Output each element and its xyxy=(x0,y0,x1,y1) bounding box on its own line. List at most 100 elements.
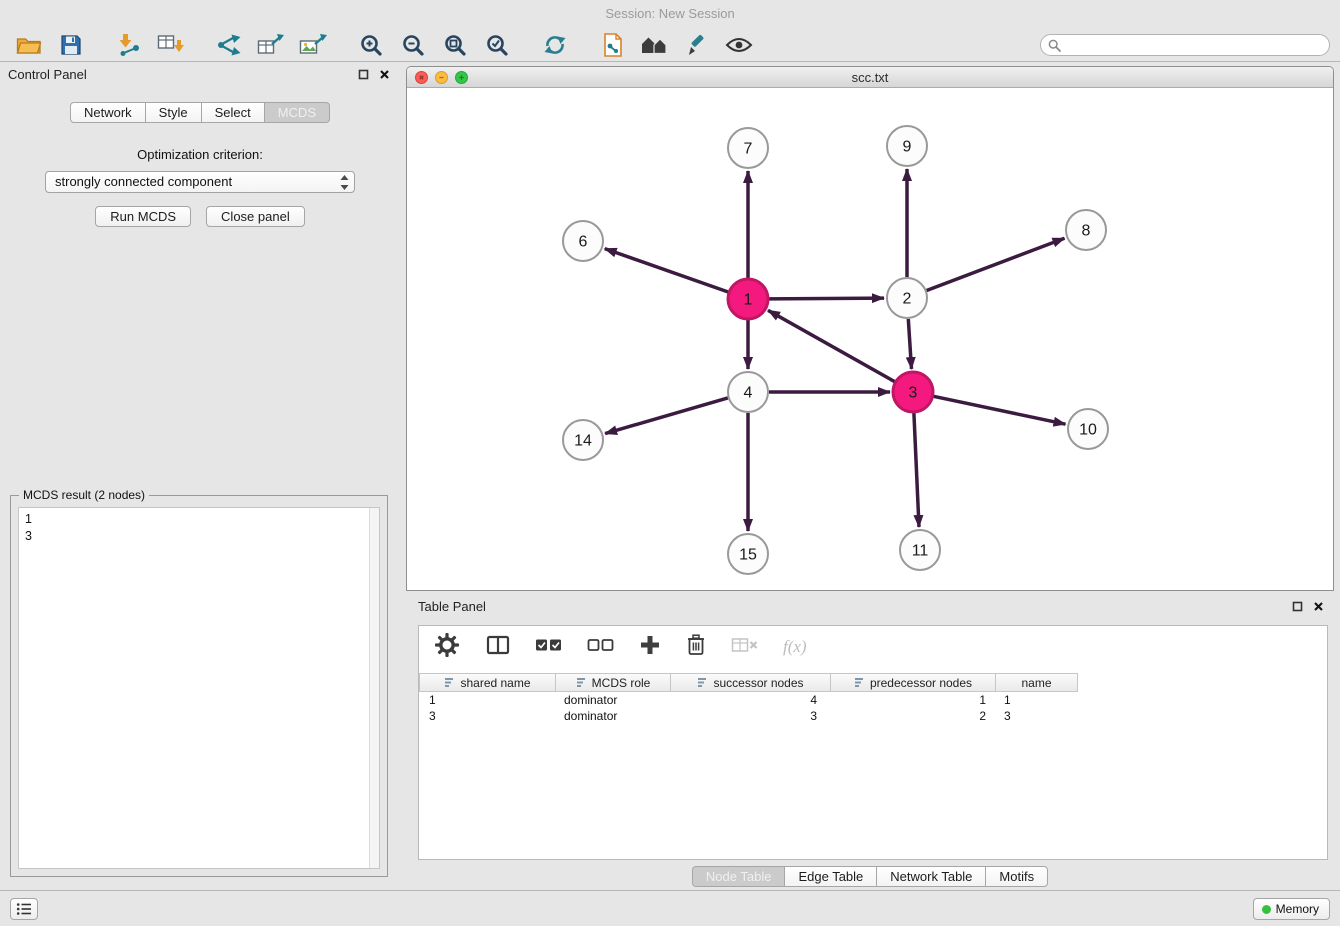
column-header-successor-nodes[interactable]: successor nodes xyxy=(671,673,831,692)
delete-icon[interactable] xyxy=(686,633,706,662)
select-all-icon[interactable] xyxy=(535,638,562,657)
column-header-mcds-role[interactable]: MCDS role xyxy=(556,673,671,692)
graph-edge-3-1[interactable] xyxy=(768,310,895,381)
zoom-selected-icon[interactable] xyxy=(476,30,518,60)
open-folder-icon[interactable] xyxy=(8,30,50,60)
gear-icon[interactable] xyxy=(433,631,461,664)
network-canvas[interactable]: 7 9 6 8 1 2 4 3 14 10 15 11 xyxy=(407,89,1333,590)
table-row[interactable]: 1 dominator 4 1 1 xyxy=(419,692,1327,708)
toolbar-search xyxy=(1040,34,1330,56)
tab-node-table[interactable]: Node Table xyxy=(692,866,786,887)
apply-style-icon[interactable] xyxy=(676,30,718,60)
graph-node-14[interactable]: 14 xyxy=(563,420,603,460)
graph-node-6[interactable]: 6 xyxy=(563,221,603,261)
table-row[interactable]: 3 dominator 3 2 3 xyxy=(419,708,1327,724)
tab-motifs[interactable]: Motifs xyxy=(985,866,1048,887)
run-mcds-button[interactable]: Run MCDS xyxy=(95,206,191,227)
close-panel-icon[interactable] xyxy=(379,67,390,85)
memory-label: Memory xyxy=(1276,902,1319,916)
column-header-shared-name[interactable]: shared name xyxy=(419,673,556,692)
cell-mcds-role[interactable]: dominator xyxy=(556,692,671,708)
float-panel-icon[interactable] xyxy=(358,67,369,85)
graph-edge-1-2[interactable] xyxy=(769,298,884,299)
cell-successor-nodes[interactable]: 3 xyxy=(671,708,831,724)
cell-successor-nodes[interactable]: 4 xyxy=(671,692,831,708)
refresh-icon[interactable] xyxy=(534,30,576,60)
network-file-icon[interactable] xyxy=(592,30,634,60)
graph-edge-1-6[interactable] xyxy=(605,249,729,292)
window-title: Session: New Session xyxy=(0,0,1340,28)
memory-button[interactable]: Memory xyxy=(1253,898,1330,920)
tab-select[interactable]: Select xyxy=(201,102,265,123)
control-panel-tabs: Network Style Select MCDS xyxy=(0,102,400,123)
graph-node-11[interactable]: 11 xyxy=(900,530,940,570)
show-columns-icon[interactable] xyxy=(486,635,510,660)
graph-edge-3-11[interactable] xyxy=(914,413,919,527)
tab-network[interactable]: Network xyxy=(70,102,146,123)
graph-edge-4-14[interactable] xyxy=(605,398,728,434)
graph-edge-3-10[interactable] xyxy=(934,396,1066,424)
import-table-icon[interactable] xyxy=(150,30,192,60)
graph-node-7[interactable]: 7 xyxy=(728,128,768,168)
svg-text:15: 15 xyxy=(739,547,757,564)
minimize-window-icon[interactable] xyxy=(435,71,448,84)
export-table-icon[interactable] xyxy=(250,30,292,60)
graph-node-1[interactable]: 1 xyxy=(728,279,768,319)
import-network-icon[interactable] xyxy=(108,30,150,60)
svg-text:7: 7 xyxy=(744,141,753,158)
eye-icon[interactable] xyxy=(718,30,760,60)
graph-node-2[interactable]: 2 xyxy=(887,278,927,318)
task-history-icon[interactable] xyxy=(10,898,38,920)
svg-text:14: 14 xyxy=(574,433,592,450)
export-image-icon[interactable] xyxy=(292,30,334,60)
table-toolbar: f(x) xyxy=(419,626,1327,668)
cell-name[interactable]: 1 xyxy=(996,692,1078,708)
tab-network-table[interactable]: Network Table xyxy=(876,866,986,887)
float-table-panel-icon[interactable] xyxy=(1292,599,1303,617)
search-input[interactable] xyxy=(1040,34,1330,56)
zoom-out-icon[interactable] xyxy=(392,30,434,60)
save-icon[interactable] xyxy=(50,30,92,60)
tab-mcds[interactable]: MCDS xyxy=(264,102,330,123)
cell-mcds-role[interactable]: dominator xyxy=(556,708,671,724)
search-icon xyxy=(1048,39,1061,57)
result-scrollbar[interactable] xyxy=(369,508,379,868)
add-column-icon[interactable] xyxy=(639,634,661,661)
cell-name[interactable]: 3 xyxy=(996,708,1078,724)
column-header-name[interactable]: name xyxy=(996,673,1078,692)
graph-node-15[interactable]: 15 xyxy=(728,534,768,574)
deselect-all-icon[interactable] xyxy=(587,638,614,657)
graph-node-3[interactable]: 3 xyxy=(893,372,933,412)
table-panel-tabs: Node Table Edge Table Network Table Moti… xyxy=(406,866,1334,887)
graph-node-10[interactable]: 10 xyxy=(1068,409,1108,449)
network-window-title: scc.txt xyxy=(852,70,889,85)
graph-node-4[interactable]: 4 xyxy=(728,372,768,412)
close-window-icon[interactable] xyxy=(415,71,428,84)
export-network-icon[interactable] xyxy=(208,30,250,60)
network-graph[interactable]: 7 9 6 8 1 2 4 3 14 10 15 11 xyxy=(407,89,1333,591)
criterion-dropdown[interactable]: strongly connected component xyxy=(45,171,355,193)
zoom-fit-icon[interactable] xyxy=(434,30,476,60)
mcds-result-list[interactable]: 1 3 xyxy=(18,507,380,869)
cell-predecessor-nodes[interactable]: 1 xyxy=(831,692,996,708)
graph-edge-2-8[interactable] xyxy=(927,238,1065,290)
criterion-dropdown-value: strongly connected component xyxy=(55,174,232,189)
control-panel-title: Control Panel xyxy=(8,67,87,82)
graph-edge-2-3[interactable] xyxy=(908,319,911,369)
optimization-criterion-label: Optimization criterion: xyxy=(0,147,400,162)
column-header-predecessor-nodes[interactable]: predecessor nodes xyxy=(831,673,996,692)
close-table-panel-icon[interactable] xyxy=(1313,599,1324,617)
tab-style[interactable]: Style xyxy=(145,102,202,123)
graph-node-8[interactable]: 8 xyxy=(1066,210,1106,250)
cell-predecessor-nodes[interactable]: 2 xyxy=(831,708,996,724)
cell-shared-name[interactable]: 1 xyxy=(419,692,556,708)
graph-node-9[interactable]: 9 xyxy=(887,126,927,166)
cell-shared-name[interactable]: 3 xyxy=(419,708,556,724)
close-panel-button[interactable]: Close panel xyxy=(206,206,305,227)
tab-edge-table[interactable]: Edge Table xyxy=(784,866,877,887)
overview-icon[interactable] xyxy=(634,30,676,60)
zoom-window-icon[interactable] xyxy=(455,71,468,84)
zoom-in-icon[interactable] xyxy=(350,30,392,60)
svg-text:6: 6 xyxy=(579,234,588,251)
svg-text:3: 3 xyxy=(909,385,918,402)
